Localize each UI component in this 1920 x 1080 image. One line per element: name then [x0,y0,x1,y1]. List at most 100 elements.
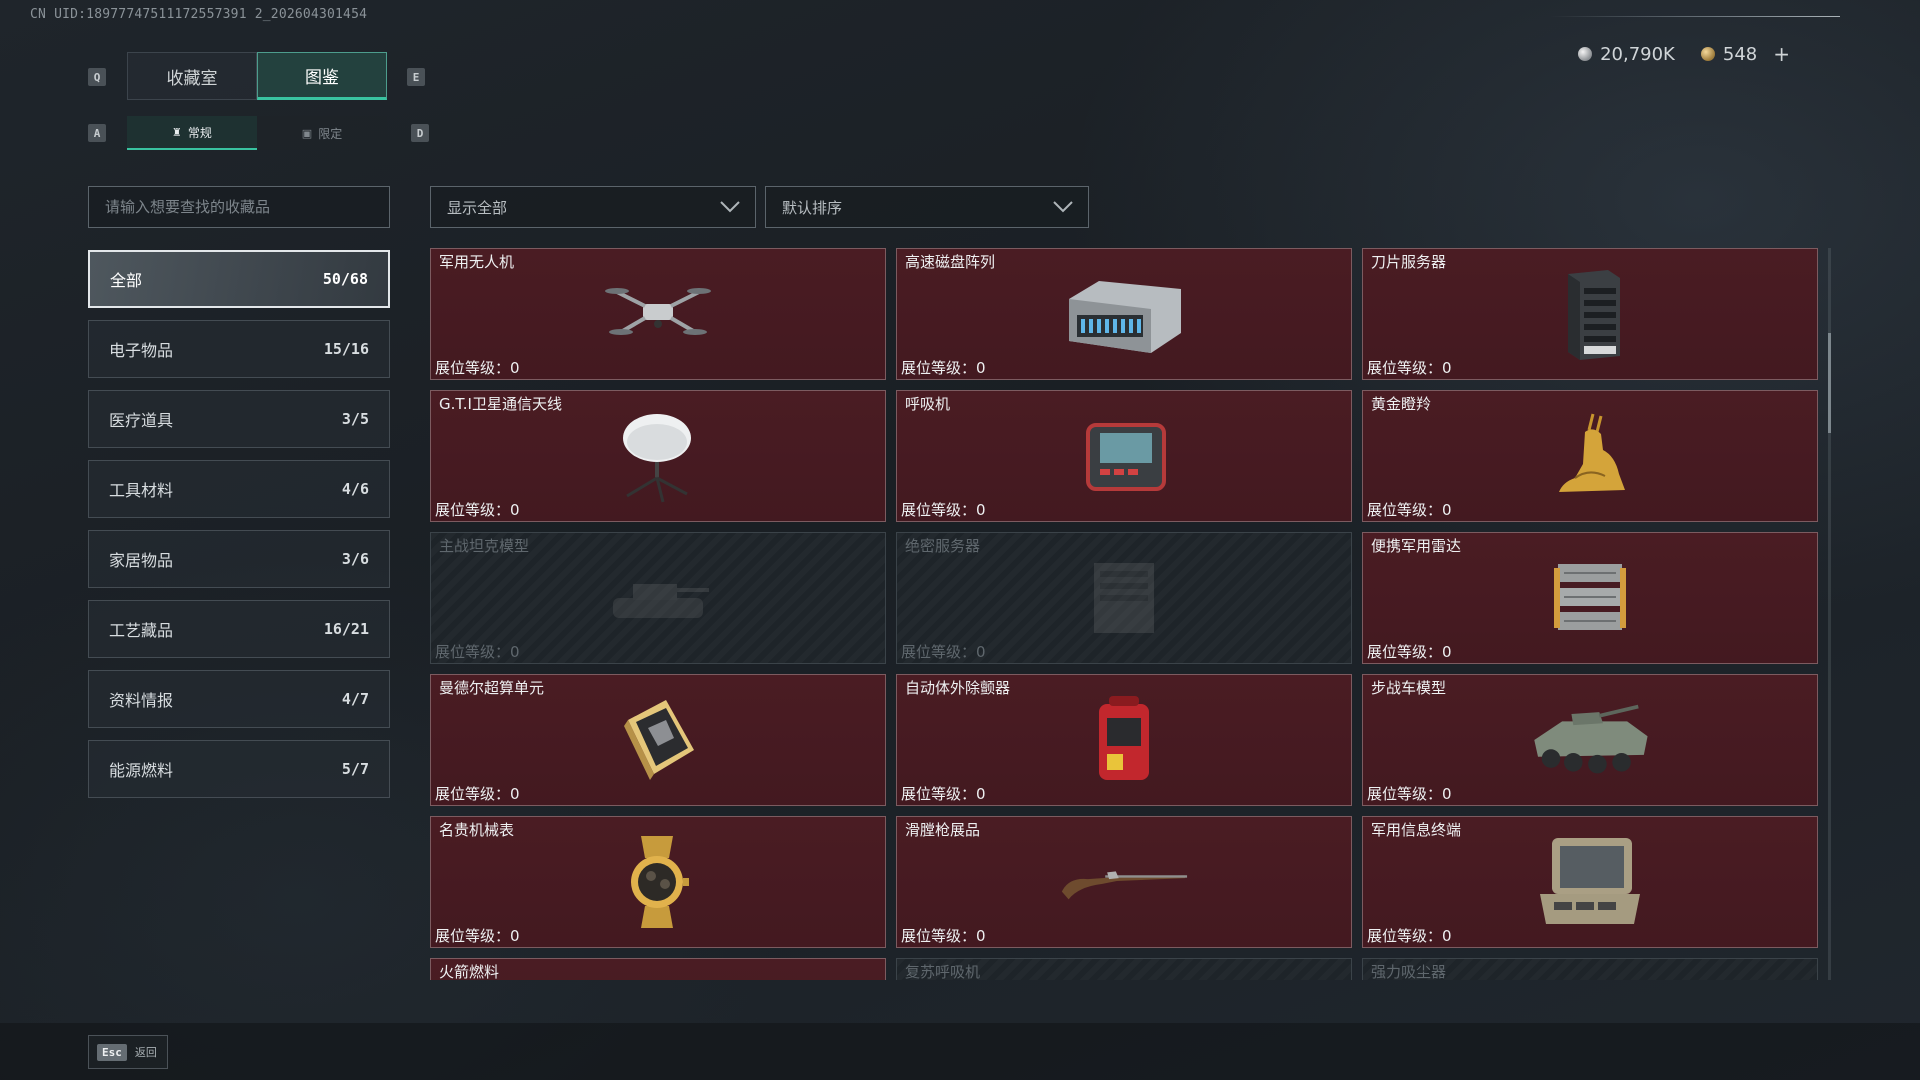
collectible-card[interactable]: 主战坦克模型 展位等级：0 [430,532,886,664]
subtab-limited[interactable]: ▣ 限定 [257,116,387,150]
gold-gazelle-icon [1525,406,1655,506]
display-level-label: 展位等级： [901,359,977,377]
collectible-card[interactable]: 军用无人机 展位等级：0 [430,248,886,380]
display-level: 展位等级：0 [1367,641,1452,662]
display-level-label: 展位等级： [1367,927,1443,945]
collectible-name: 名贵机械表 [439,821,515,839]
category-count: 3/6 [341,550,369,568]
category-all[interactable]: 全部 50/68 [88,250,390,308]
secret-server-icon [1059,548,1189,648]
category-count: 50/68 [322,270,368,288]
category-label: 电子物品 [109,341,174,360]
search-input[interactable] [88,186,390,228]
display-level-value: 0 [1442,359,1452,377]
grid-scrollbar[interactable] [1828,248,1831,980]
collectible-card[interactable]: 滑膛枪展品展位等级：0 [896,816,1352,948]
collectible-card[interactable]: 军用信息终端展位等级：0 [1362,816,1818,948]
subtab-regular-label: 常规 [187,125,212,140]
tab-collection-room[interactable]: 收藏室 [127,52,257,100]
collectible-name: 军用信息终端 [1371,821,1462,839]
tank-model-icon [593,548,723,648]
collectible-name: 高速磁盘阵列 [905,253,996,271]
collectible-card[interactable]: 名贵机械表 展位等级：0 [430,816,886,948]
collectible-card[interactable]: 自动体外除颤器 展位等级：0 [896,674,1352,806]
category-list: 全部 50/68 电子物品 15/16 医疗道具 3/5 工具材料 4/6 家居物品 3/… [88,250,390,810]
musket-icon [1059,832,1189,932]
collectible-name: 黄金瞪羚 [1371,395,1432,413]
category-household[interactable]: 家居物品 3/6 [88,530,390,588]
portable-radar-icon [1525,548,1655,648]
add-currency-button[interactable]: + [1773,42,1790,66]
scrollbar-thumb[interactable] [1828,333,1831,433]
collectible-card[interactable]: 绝密服务器展位等级：0 [896,532,1352,664]
category-tools[interactable]: 工具材料 4/6 [88,460,390,518]
display-level-value: 0 [976,359,986,377]
category-count: 16/21 [323,620,369,638]
display-level-value: 0 [510,501,520,519]
display-level: 展位等级：0 [901,641,986,662]
collectible-name: 便携军用雷达 [1371,537,1462,555]
display-level: 展位等级：0 [901,925,986,946]
collectible-card[interactable]: 黄金瞪羚展位等级：0 [1362,390,1818,522]
collectible-name: 滑膛枪展品 [905,821,981,839]
collectible-name: 强力吸尘器 [1371,963,1447,980]
category-label: 工具材料 [109,481,174,500]
display-level: 展位等级：0 [1367,499,1452,520]
gold-amount: 548 [1722,43,1758,65]
defibrillator-icon [1059,690,1189,790]
collectible-card[interactable]: 呼吸机 展位等级：0 [896,390,1352,522]
sort-dropdown[interactable]: 默认排序 [765,186,1089,228]
category-medical[interactable]: 医疗道具 3/5 [88,390,390,448]
collectible-name: 军用无人机 [439,253,515,271]
collectible-name: 刀片服务器 [1371,253,1447,271]
category-label: 全部 [110,271,143,290]
collectible-card[interactable]: 火箭燃料 [430,958,886,980]
category-intel[interactable]: 资料情报 4/7 [88,670,390,728]
display-level: 展位等级：0 [901,499,986,520]
category-electronics[interactable]: 电子物品 15/16 [88,320,390,378]
main-tabs: 收藏室 图鉴 [127,52,387,100]
category-energy[interactable]: 能源燃料 5/7 [88,740,390,798]
display-level-label: 展位等级： [435,359,511,377]
collectible-card[interactable]: 步战车模型 展位等级：0 [1362,674,1818,806]
display-level-label: 展位等级： [901,501,977,519]
key-hint-d: D [411,124,429,142]
display-level: 展位等级：0 [901,357,986,378]
key-hint-a: A [88,124,106,142]
regular-icon: ♜ [172,125,182,139]
sub-tabs: ♜ 常规 ▣ 限定 [127,116,387,150]
display-level-label: 展位等级： [1367,501,1443,519]
key-hint-e: E [407,68,425,86]
display-level-value: 0 [1442,501,1452,519]
gold-coin-icon [1700,47,1715,61]
rocket-fuel-icon [593,974,723,980]
display-level: 展位等级：0 [435,499,520,520]
silver-amount: 20,790K [1600,43,1675,65]
collectible-card[interactable]: 高速磁盘阵列展位等级：0 [896,248,1352,380]
collectible-card[interactable]: G.T.I卫星通信天线 展位等级：0 [430,390,886,522]
category-count: 15/16 [323,340,369,358]
filter-dropdown[interactable]: 显示全部 [430,186,756,228]
collectible-name: 绝密服务器 [905,537,981,555]
category-count: 4/6 [341,480,369,498]
tab-catalog[interactable]: 图鉴 [257,52,387,100]
collectible-name: 火箭燃料 [439,963,500,980]
category-count: 3/5 [341,410,369,428]
display-level-label: 展位等级： [435,643,511,661]
ventilator-icon [1059,406,1189,506]
collectible-card[interactable]: 复苏呼吸机 [896,958,1352,980]
collectible-name: 主战坦克模型 [439,537,530,555]
collectible-card[interactable]: 曼德尔超算单元 展位等级：0 [430,674,886,806]
blade-server-icon [1525,264,1655,364]
satellite-dish-icon [593,406,723,506]
collectible-card[interactable]: 便携军用雷达展位等级：0 [1362,532,1818,664]
display-level-value: 0 [976,927,986,945]
display-level-value: 0 [1442,927,1452,945]
back-button[interactable]: Esc 返回 [88,1035,168,1069]
top-decor-line [1550,16,1840,17]
category-crafts[interactable]: 工艺藏品 16/21 [88,600,390,658]
collectible-card[interactable]: 强力吸尘器 [1362,958,1818,980]
collectible-card[interactable]: 刀片服务器 展位等级：0 [1362,248,1818,380]
display-level-value: 0 [1442,785,1452,803]
subtab-regular[interactable]: ♜ 常规 [127,116,257,150]
